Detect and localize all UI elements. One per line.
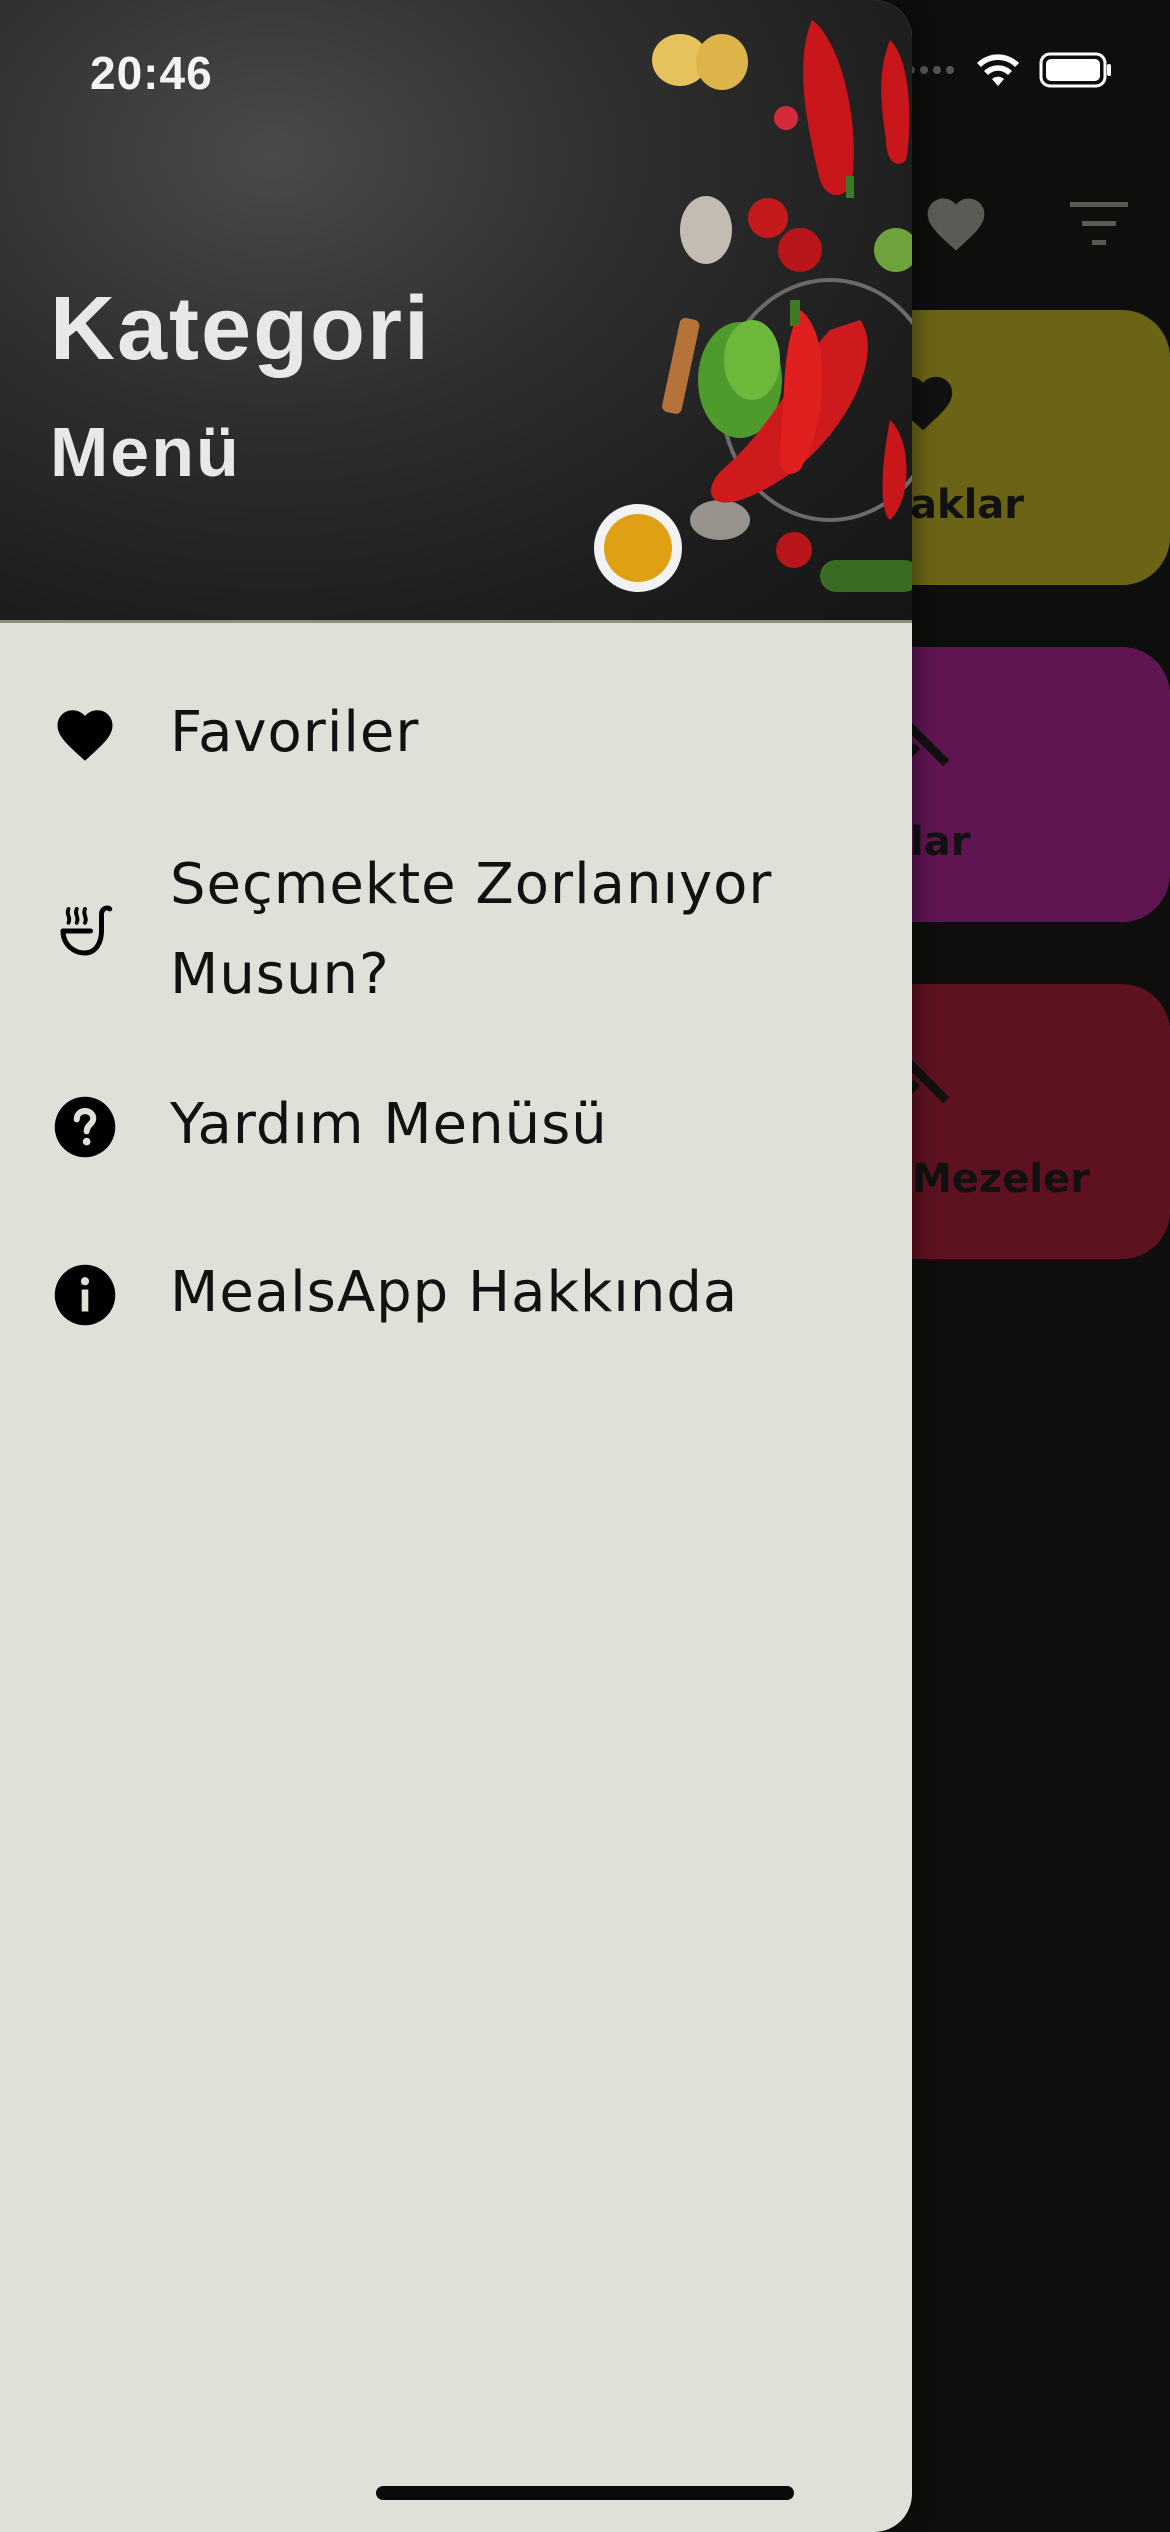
soup-ladle-icon (60, 905, 113, 956)
home-indicator[interactable] (376, 2486, 794, 2500)
drawer-item-favorites[interactable]: Favoriler (0, 688, 912, 788)
drawer-item-help[interactable]: Yardım Menüsü (0, 1080, 912, 1180)
category-label: aklar (910, 482, 1025, 528)
heart-icon (57, 710, 113, 761)
drawer-item-about[interactable]: MealsApp Hakkında (0, 1248, 912, 1348)
drawer-title: Kategori (50, 279, 432, 379)
status-icons (905, 52, 1113, 88)
vegetables-image (594, 20, 912, 592)
drawer-item-label: Favoriler (170, 700, 420, 765)
drawer-item-label: MealsApp Hakkında (170, 1260, 739, 1325)
battery-icon (1039, 52, 1111, 88)
drawer-subtitle: Menü (50, 413, 241, 491)
status-time: 20:46 (90, 47, 213, 99)
drawer-item-label: Seçmekte Zorlanıyor Musun? (170, 852, 773, 1007)
navigation-drawer: 20:46 Kategori Menü Favoriler Seçmekte Z… (0, 0, 912, 2532)
help-circle-icon (54, 1096, 116, 1158)
category-label: Mezeler (912, 1156, 1090, 1202)
wifi-icon (977, 54, 1019, 86)
favorites-heart-icon[interactable] (922, 190, 990, 258)
drawer-header: 20:46 Kategori Menü (0, 0, 912, 623)
drawer-item-choose-meal[interactable]: Seçmekte Zorlanıyor Musun? (0, 840, 912, 1030)
category-label: lar (910, 819, 971, 865)
drawer-item-label: Yardım Menüsü (170, 1092, 608, 1157)
signal-icon (907, 66, 954, 74)
filter-icon[interactable] (1066, 196, 1132, 252)
info-circle-icon (54, 1264, 116, 1326)
